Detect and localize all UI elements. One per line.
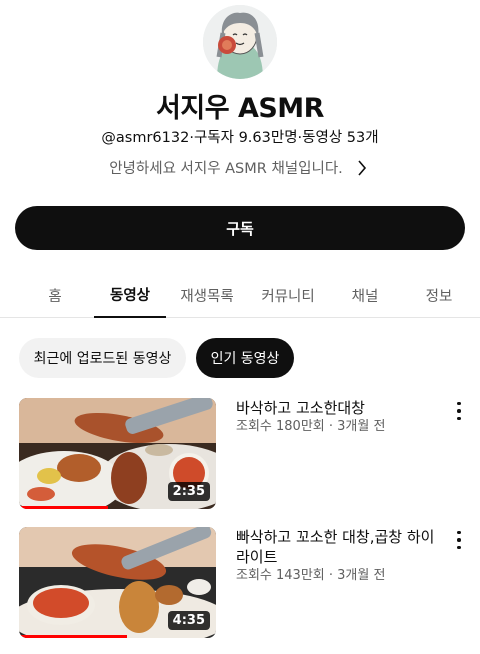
video-duration: 4:35 [167,611,210,630]
tab-community[interactable]: 커뮤니티 [252,272,324,318]
video-item[interactable]: 2:35 바삭하고 고소한대창 조회수 180만회 · 3개월 전 [19,398,465,510]
channel-avatar [203,5,277,79]
channel-description-row[interactable]: 안녕하세요 서지우 ASMR 채널입니다. [0,157,480,178]
tab-videos[interactable]: 동영상 [94,272,166,318]
video-stats: 조회수 143만회 · 3개월 전 [236,568,386,583]
filter-chip-popular[interactable]: 인기 동영상 [196,338,294,378]
video-stats: 조회수 180만회 · 3개월 전 [236,419,386,434]
more-options-icon[interactable] [453,529,465,551]
subscribe-button[interactable]: 구독 [15,206,465,250]
watch-progress-bar [19,635,128,638]
video-thumbnail[interactable]: 4:35 [19,527,216,638]
channel-name: 서지우 ASMR [156,93,324,124]
channel-description: 안녕하세요 서지우 ASMR 채널입니다. [109,161,343,177]
video-thumbnail[interactable]: 2:35 [19,398,216,509]
tab-channels[interactable]: 채널 [332,272,398,318]
tab-home[interactable]: 홈 [22,272,88,318]
watch-progress-bar [19,506,108,509]
tab-about[interactable]: 정보 [406,272,472,318]
tab-playlists[interactable]: 재생목록 [172,272,242,318]
channel-meta: @asmr6132·구독자 9.63만명·동영상 53개 [101,130,379,146]
chevron-right-icon [357,158,371,178]
channel-tabs: 홈 동영상 재생목록 커뮤니티 채널 정보 [0,272,480,318]
more-options-icon[interactable] [453,400,465,422]
filter-chip-recent[interactable]: 최근에 업로드된 동영상 [19,338,186,378]
video-item[interactable]: 4:35 빠삭하고 꼬소한 대창,곱창 하이라이트 조회수 143만회 · 3개… [19,527,465,639]
video-title[interactable]: 빠삭하고 꼬소한 대창,곱창 하이라이트 [236,527,436,567]
video-duration: 2:35 [167,482,210,501]
